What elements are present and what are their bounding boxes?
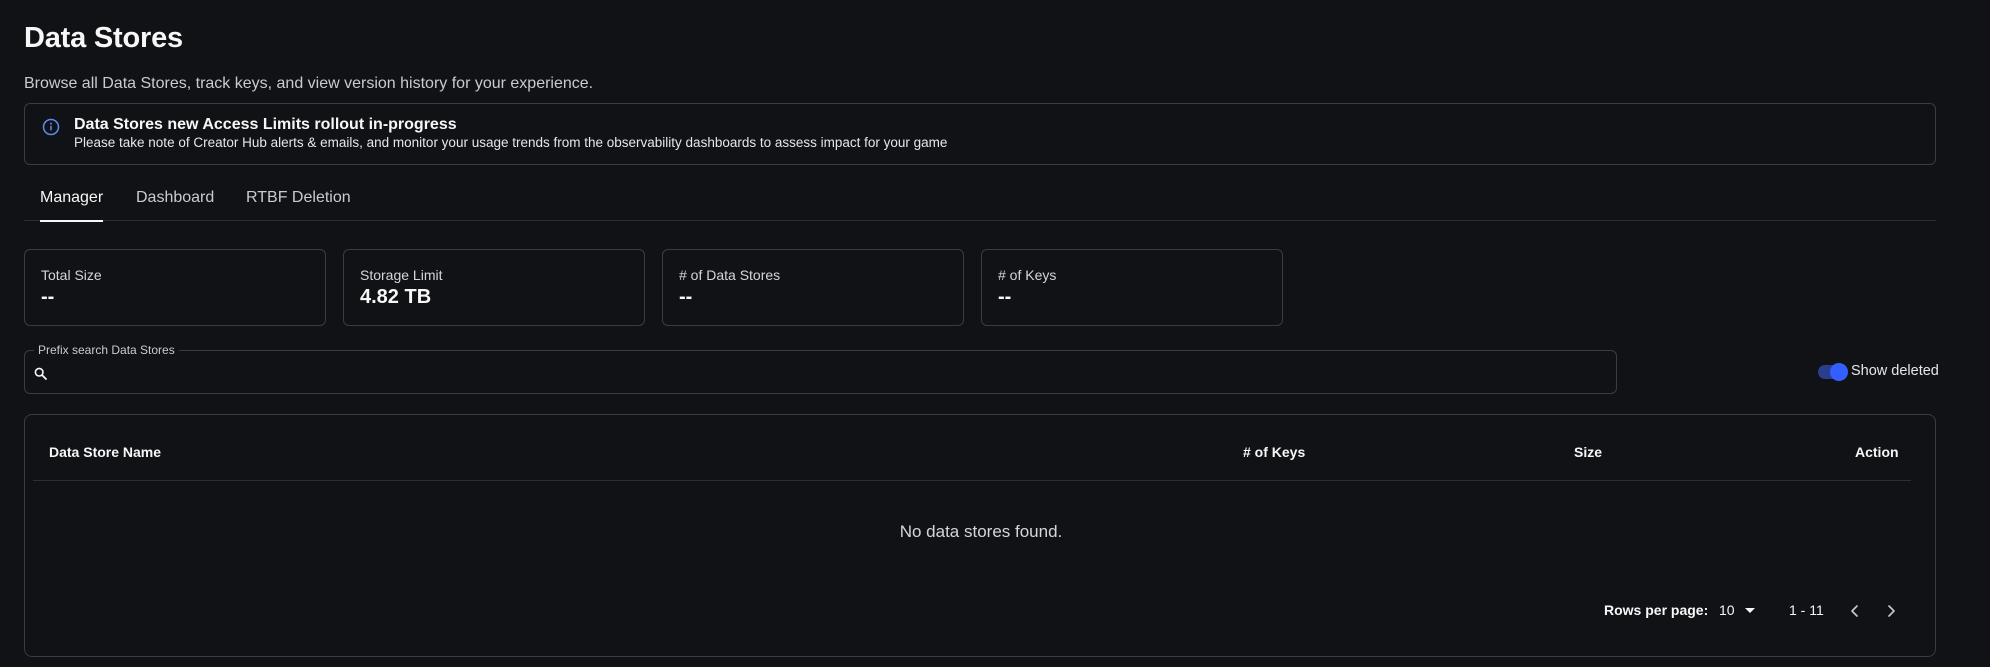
chevron-right-icon[interactable] xyxy=(1879,599,1903,623)
stat-label: # of Keys xyxy=(998,267,1057,283)
stat-label: Total Size xyxy=(41,267,102,283)
stat-value: -- xyxy=(679,286,693,308)
stat-value: -- xyxy=(998,286,1012,308)
search-label: Prefix search Data Stores xyxy=(34,343,179,357)
rows-per-page-select[interactable]: 10 xyxy=(1719,600,1759,622)
caret-down-icon xyxy=(1745,608,1755,613)
banner-body: Please take note of Creator Hub alerts &… xyxy=(74,135,948,150)
column-header-name[interactable]: Data Store Name xyxy=(49,444,161,460)
info-banner: Data Stores new Access Limits rollout in… xyxy=(24,103,1936,165)
stat-value: -- xyxy=(41,286,55,308)
data-stores-table: Data Store Name # of Keys Size Action No… xyxy=(24,414,1936,657)
show-deleted-toggle[interactable] xyxy=(1818,363,1848,381)
stat-card-data-store-count: # of Data Stores -- xyxy=(662,249,964,326)
show-deleted-label: Show deleted xyxy=(1851,363,1939,379)
column-header-size[interactable]: Size xyxy=(1574,444,1602,460)
info-icon xyxy=(42,118,60,136)
tab-rtbf-deletion[interactable]: RTBF Deletion xyxy=(246,183,351,221)
column-header-keys[interactable]: # of Keys xyxy=(1243,444,1305,460)
stat-card-total-size: Total Size -- xyxy=(24,249,326,326)
stat-label: # of Data Stores xyxy=(679,267,781,283)
pagination-range: 1 - 11 xyxy=(1789,602,1824,618)
banner-title: Data Stores new Access Limits rollout in… xyxy=(74,116,457,133)
rows-per-page-label: Rows per page: xyxy=(1604,602,1709,618)
search-icon xyxy=(34,367,47,380)
tab-dashboard[interactable]: Dashboard xyxy=(136,183,214,221)
data-stores-page: Data Stores Browse all Data Stores, trac… xyxy=(0,0,1990,667)
search-input[interactable] xyxy=(55,359,1605,387)
toggle-knob xyxy=(1830,363,1848,381)
tab-bar: Manager Dashboard RTBF Deletion xyxy=(24,183,1936,222)
page-title: Data Stores xyxy=(24,22,183,54)
column-header-action: Action xyxy=(1855,444,1899,460)
tab-manager[interactable]: Manager xyxy=(40,183,104,222)
stat-card-key-count: # of Keys -- xyxy=(981,249,1283,326)
page-subtitle: Browse all Data Stores, track keys, and … xyxy=(24,75,594,92)
stat-label: Storage Limit xyxy=(360,267,443,283)
stat-value: 4.82 TB xyxy=(360,286,432,308)
stat-card-storage-limit: Storage Limit 4.82 TB xyxy=(343,249,645,326)
empty-state-message: No data stores found. xyxy=(899,522,1063,541)
chevron-left-icon[interactable] xyxy=(1843,599,1867,623)
search-field[interactable]: Prefix search Data Stores xyxy=(24,343,1617,394)
rows-per-page-value: 10 xyxy=(1719,602,1735,618)
header-divider xyxy=(33,480,1911,481)
